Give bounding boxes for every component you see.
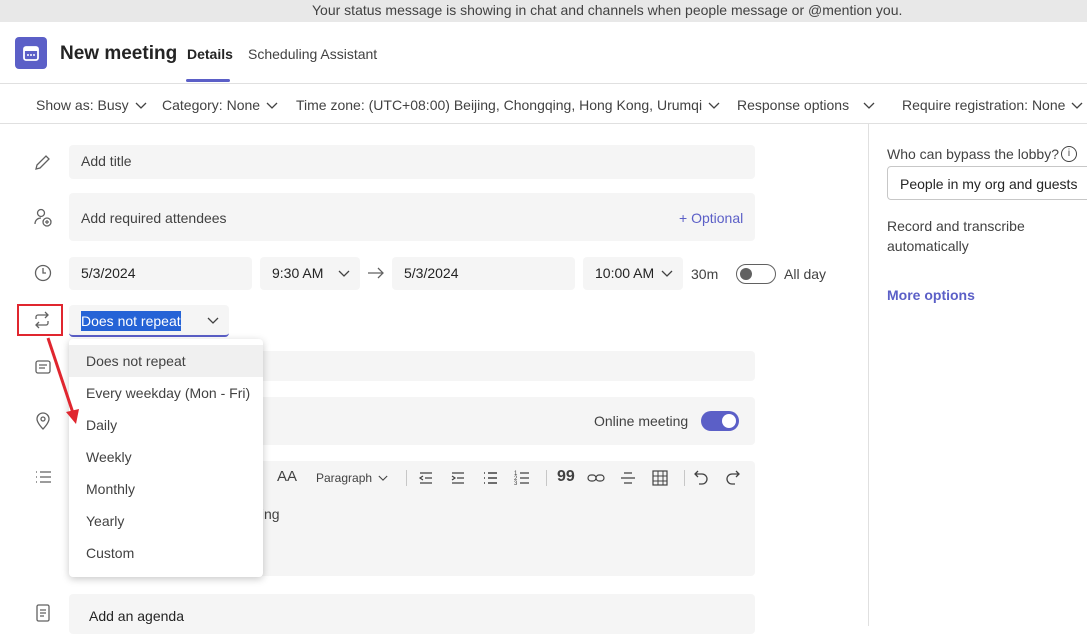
- page-title: New meeting: [60, 43, 178, 64]
- chevron-down-icon: [266, 102, 278, 110]
- decrease-indent-icon[interactable]: [418, 470, 434, 486]
- toggle-knob: [722, 414, 736, 428]
- duration-label: 30m: [691, 266, 719, 282]
- repeat-option-monthly[interactable]: Monthly: [69, 473, 263, 505]
- agenda-placeholder: Add an agenda: [89, 608, 184, 624]
- require-registration-dropdown[interactable]: Require registration: None: [902, 97, 1083, 113]
- banner-text: Your status message is showing in chat a…: [312, 2, 903, 18]
- time-zone-dropdown[interactable]: Time zone: (UTC+08:00) Beijing, Chongqin…: [296, 97, 720, 113]
- all-day-toggle[interactable]: [736, 264, 776, 284]
- start-date-picker[interactable]: 5/3/2024: [69, 257, 252, 290]
- title-input[interactable]: Add title: [69, 145, 755, 179]
- chevron-down-icon: [135, 102, 147, 110]
- options-divider: [0, 123, 1087, 124]
- attendees-input[interactable]: Add required attendees + Optional: [69, 193, 755, 241]
- require-registration-label: Require registration: None: [902, 97, 1066, 113]
- category-dropdown[interactable]: Category: None: [162, 97, 278, 113]
- record-transcribe-label: Record and transcribe automatically: [887, 218, 1025, 254]
- numbered-list-icon[interactable]: 123: [514, 469, 530, 487]
- table-icon[interactable]: [652, 470, 668, 486]
- repeat-options-menu: Does not repeat Every weekday (Mon - Fri…: [69, 339, 263, 577]
- chevron-down-icon: [863, 102, 875, 110]
- response-options-label: Response options: [737, 97, 850, 113]
- chevron-down-icon: [708, 102, 720, 110]
- more-options-link[interactable]: More options: [887, 287, 975, 303]
- repeat-icon: [35, 311, 49, 329]
- toggle-knob: [740, 268, 752, 280]
- status-banner: Your status message is showing in chat a…: [0, 0, 1087, 22]
- repeat-option-does-not-repeat[interactable]: Does not repeat: [69, 345, 263, 377]
- lobby-label: Who can bypass the lobby?: [887, 146, 1059, 162]
- end-date-value: 5/3/2024: [404, 265, 459, 281]
- chevron-down-icon: [661, 270, 673, 277]
- start-time-picker[interactable]: 9:30 AM: [260, 257, 360, 290]
- quote-icon[interactable]: 99: [557, 468, 575, 486]
- font-size-icon[interactable]: AA: [277, 468, 297, 485]
- end-date-picker[interactable]: 5/3/2024: [392, 257, 575, 290]
- clock-icon: [34, 264, 52, 282]
- annotation-arrow: [46, 337, 79, 424]
- list-icon: [36, 471, 51, 483]
- toolbar-divider: [684, 470, 685, 486]
- start-time-value: 9:30 AM: [272, 265, 324, 281]
- info-icon[interactable]: i: [1061, 146, 1077, 162]
- end-time-value: 10:00 AM: [595, 265, 655, 281]
- time-zone-label: Time zone: (UTC+08:00) Beijing, Chongqin…: [296, 97, 703, 113]
- show-as-dropdown[interactable]: Show as: Busy: [36, 97, 147, 113]
- undo-icon[interactable]: [693, 469, 709, 487]
- toolbar-divider: [546, 470, 547, 486]
- paragraph-dropdown[interactable]: Paragraph: [316, 471, 388, 485]
- optional-attendees-link[interactable]: + Optional: [679, 210, 743, 226]
- repeat-option-yearly[interactable]: Yearly: [69, 505, 263, 537]
- category-label: Category: None: [162, 97, 261, 113]
- tab-scheduling-assistant[interactable]: Scheduling Assistant: [248, 46, 377, 62]
- horizontal-line-icon[interactable]: [620, 470, 636, 486]
- agenda-input[interactable]: Add an agenda: [69, 594, 755, 634]
- repeat-option-weekly[interactable]: Weekly: [69, 441, 263, 473]
- repeat-value: Does not repeat: [81, 311, 181, 331]
- start-date-value: 5/3/2024: [81, 265, 136, 281]
- show-as-label: Show as: Busy: [36, 97, 129, 113]
- active-tab-indicator: [186, 79, 230, 82]
- link-icon[interactable]: [587, 470, 605, 486]
- calendar-app-icon: [15, 37, 47, 69]
- arrow-right-icon: [368, 267, 384, 279]
- pencil-icon: [35, 155, 50, 170]
- all-day-label: All day: [784, 266, 827, 282]
- repeat-option-every-weekday[interactable]: Every weekday (Mon - Fri): [69, 377, 263, 409]
- repeat-option-daily[interactable]: Daily: [69, 409, 263, 441]
- right-panel-divider: [868, 124, 869, 626]
- bullet-list-icon[interactable]: [482, 470, 498, 486]
- tab-details[interactable]: Details: [187, 46, 233, 62]
- title-placeholder: Add title: [81, 153, 132, 169]
- agenda-icon: [36, 604, 50, 622]
- chevron-down-icon: [207, 317, 219, 324]
- chevron-down-icon: [1071, 102, 1083, 110]
- paragraph-label: Paragraph: [316, 471, 373, 485]
- online-meeting-label: Online meeting: [594, 413, 689, 429]
- chevron-down-icon: [378, 475, 388, 482]
- redo-icon[interactable]: [725, 469, 741, 487]
- attendees-placeholder: Add required attendees: [81, 210, 227, 226]
- repeat-option-custom[interactable]: Custom: [69, 537, 263, 569]
- response-options-dropdown[interactable]: Response options: [737, 97, 875, 113]
- add-person-icon: [34, 208, 52, 227]
- lobby-value: People in my org and guests: [900, 176, 1078, 192]
- increase-indent-icon[interactable]: [450, 470, 466, 486]
- header-divider: [0, 83, 1087, 84]
- toolbar-divider: [406, 470, 407, 486]
- svg-text:3: 3: [514, 481, 518, 487]
- end-time-picker[interactable]: 10:00 AM: [583, 257, 683, 290]
- online-meeting-toggle[interactable]: [701, 411, 739, 431]
- chevron-down-icon: [338, 270, 350, 277]
